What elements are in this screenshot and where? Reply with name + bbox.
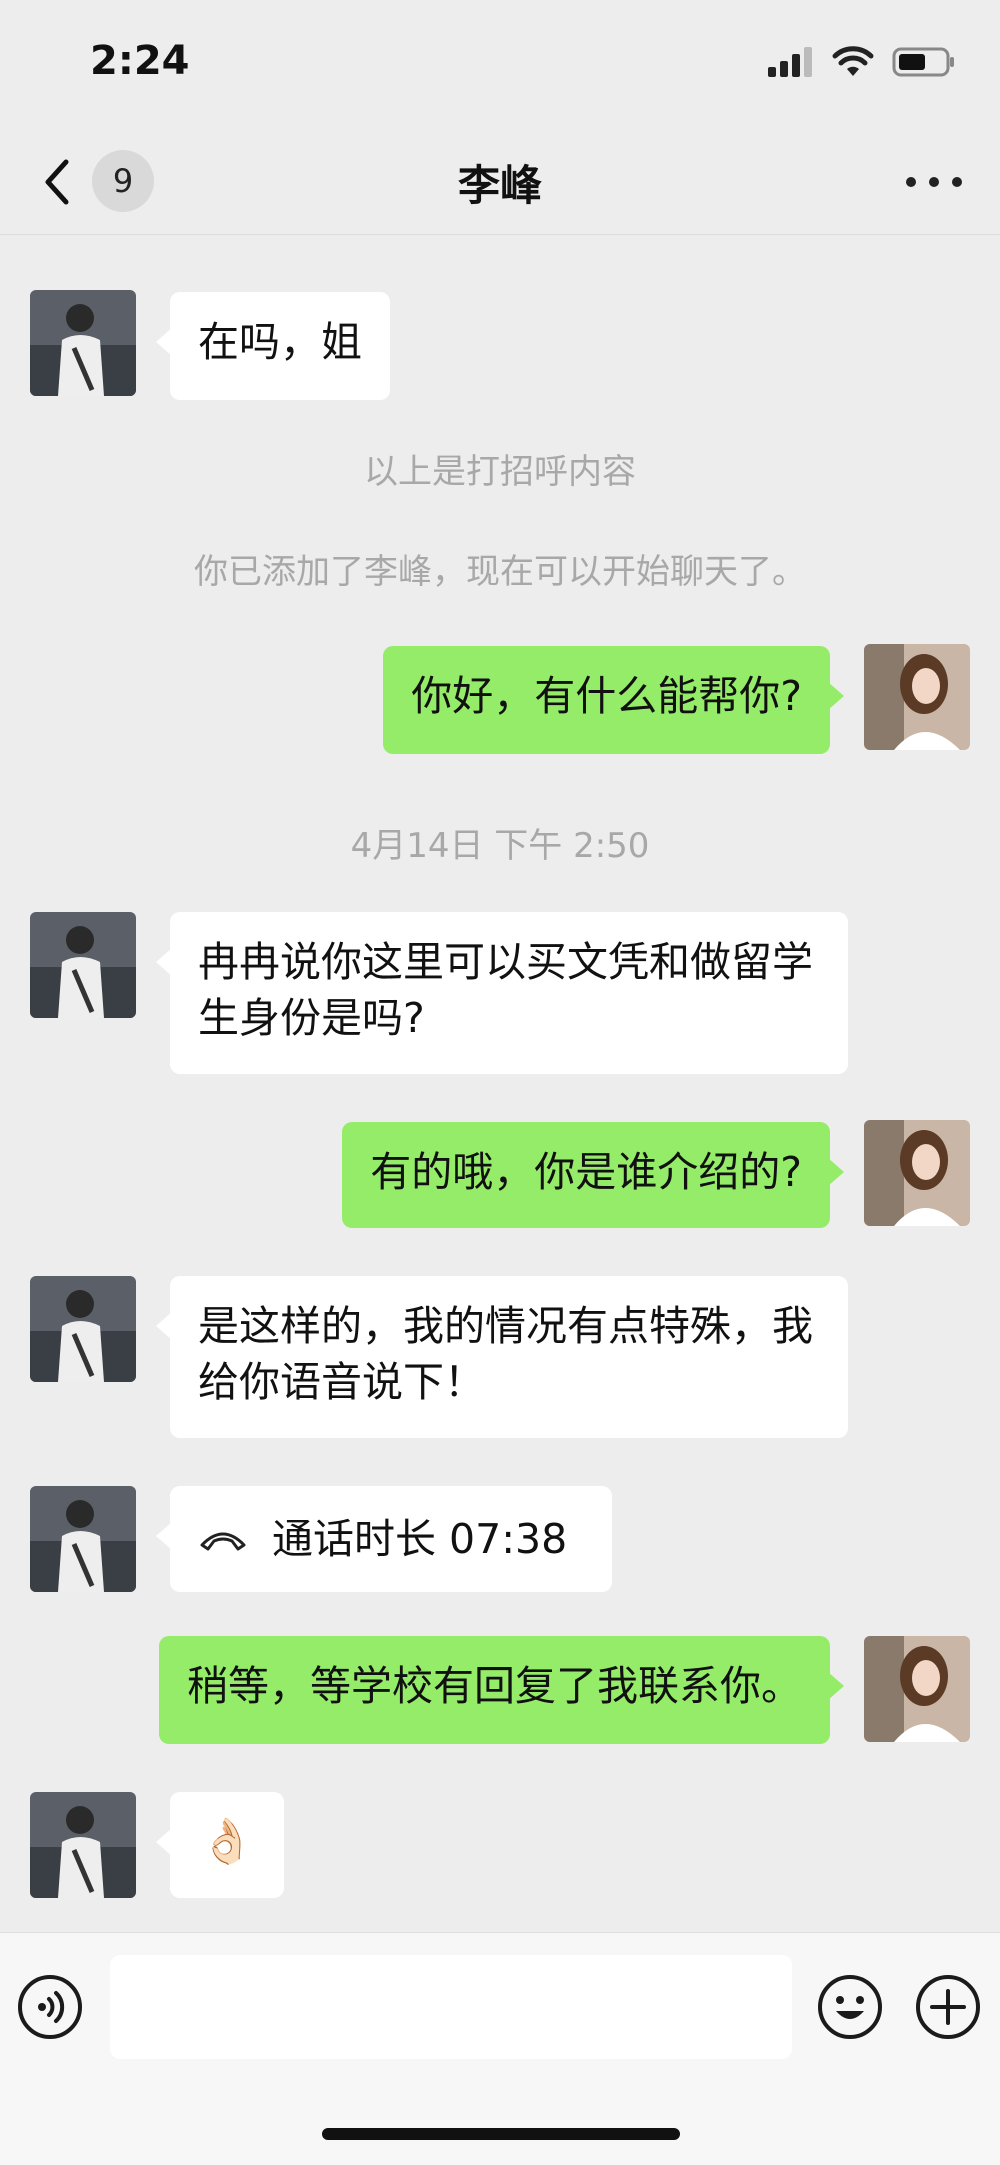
battery-icon	[892, 47, 954, 77]
self-avatar[interactable]	[864, 1120, 970, 1226]
emoji-icon[interactable]	[816, 1973, 884, 2041]
message-bubble[interactable]: 你好，有什么能帮你?	[383, 646, 844, 754]
call-duration: 通话时长 07:38	[272, 1515, 568, 1563]
message-bubble[interactable]: 在吗，姐	[156, 292, 390, 400]
self-avatar[interactable]	[864, 644, 970, 750]
message-bubble[interactable]: 稍等，等学校有回复了我联系你。	[159, 1636, 844, 1744]
chat-header: 9 李峰	[0, 130, 1000, 235]
message-input[interactable]	[110, 1955, 792, 2059]
status-bar: 2:24	[0, 0, 1000, 130]
wifi-icon	[832, 46, 874, 76]
contact-avatar[interactable]	[30, 912, 136, 1018]
contact-avatar[interactable]	[30, 1792, 136, 1898]
message-bubble[interactable]: 冉冉说你这里可以买文凭和做留学生身份是吗?	[156, 912, 848, 1074]
more-icon[interactable]	[906, 158, 962, 206]
message-bubble[interactable]: 有的哦，你是谁介绍的?	[342, 1122, 844, 1228]
voice-icon[interactable]	[16, 1973, 84, 2041]
message-bubble[interactable]: 是这样的，我的情况有点特殊，我给你语音说下！	[156, 1276, 848, 1438]
plus-icon[interactable]	[914, 1973, 982, 2041]
self-avatar[interactable]	[864, 1636, 970, 1742]
system-message: 你已添加了李峰，现在可以开始聊天了。	[194, 552, 806, 592]
timestamp: 4月14日 下午 2:50	[350, 826, 650, 866]
home-indicator	[322, 2128, 680, 2140]
contact-avatar[interactable]	[30, 1276, 136, 1382]
emoji-message-bubble[interactable]: 👌🏻	[156, 1792, 284, 1898]
signal-icon	[768, 47, 812, 77]
status-icons	[768, 46, 956, 78]
contact-avatar[interactable]	[30, 1486, 136, 1592]
status-time: 2:24	[90, 38, 190, 84]
system-message: 以上是打招呼内容	[364, 452, 636, 492]
chat-title: 李峰	[457, 161, 542, 210]
contact-avatar[interactable]	[30, 290, 136, 396]
call-record-bubble[interactable]: 通话时长 07:38	[156, 1486, 612, 1592]
phone-icon	[200, 1532, 246, 1551]
